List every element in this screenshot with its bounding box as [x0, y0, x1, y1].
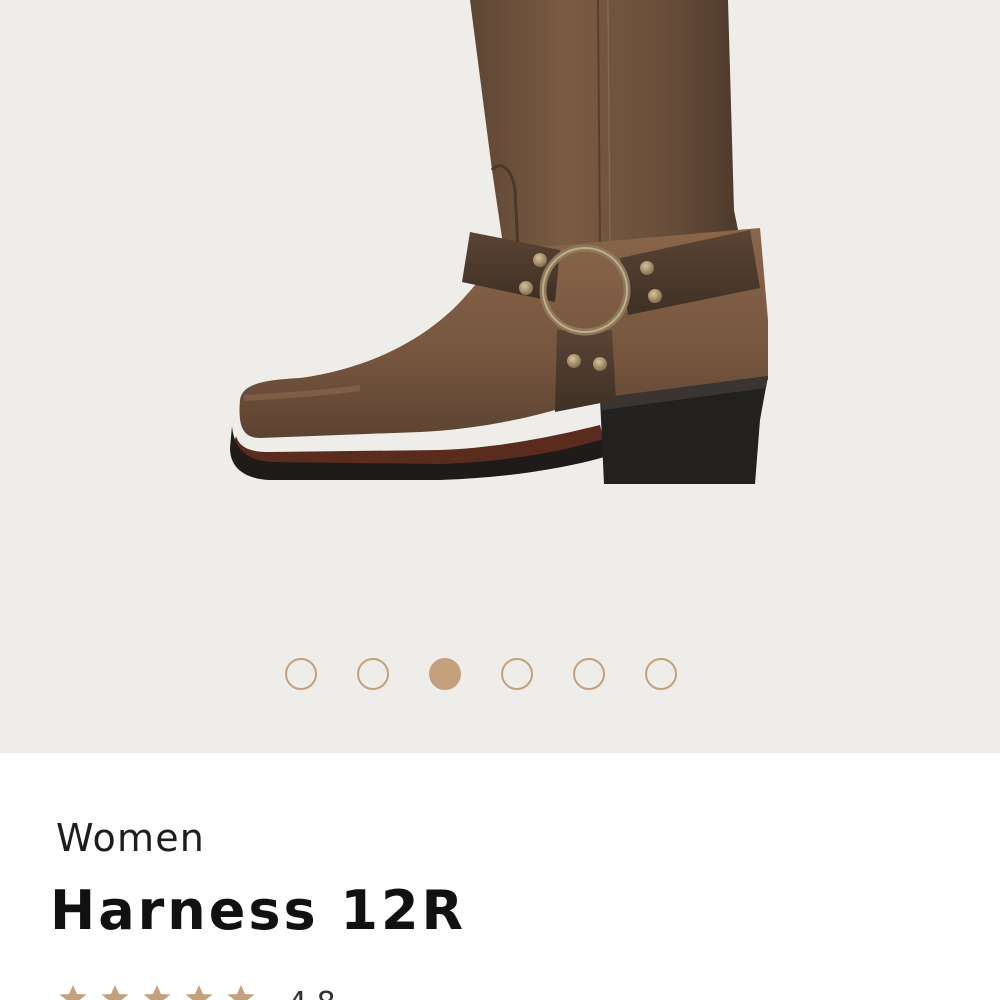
- product-image[interactable]: [0, 0, 1000, 620]
- star-icon: [185, 985, 213, 1000]
- carousel-dot-1[interactable]: [285, 658, 317, 690]
- product-image-carousel[interactable]: [0, 0, 1000, 753]
- rating-value: 4.8: [288, 989, 336, 1000]
- carousel-dot-4[interactable]: [501, 658, 533, 690]
- star-icon: [143, 985, 171, 1000]
- product-info: Women Harness 12R 4.8: [0, 753, 1000, 1000]
- product-title: Harness 12R: [50, 879, 467, 942]
- carousel-pagination: [285, 658, 677, 690]
- star-icon: [227, 985, 255, 1000]
- product-category[interactable]: Women: [56, 816, 205, 860]
- carousel-dot-3-active[interactable]: [429, 658, 461, 690]
- star-icon: [59, 985, 87, 1000]
- product-rating[interactable]: 4.8: [58, 983, 336, 1000]
- carousel-dot-2[interactable]: [357, 658, 389, 690]
- product-page: Women Harness 12R 4.8: [0, 0, 1000, 1000]
- star-icon: [101, 985, 129, 1000]
- carousel-dot-6[interactable]: [645, 658, 677, 690]
- carousel-dot-5[interactable]: [573, 658, 605, 690]
